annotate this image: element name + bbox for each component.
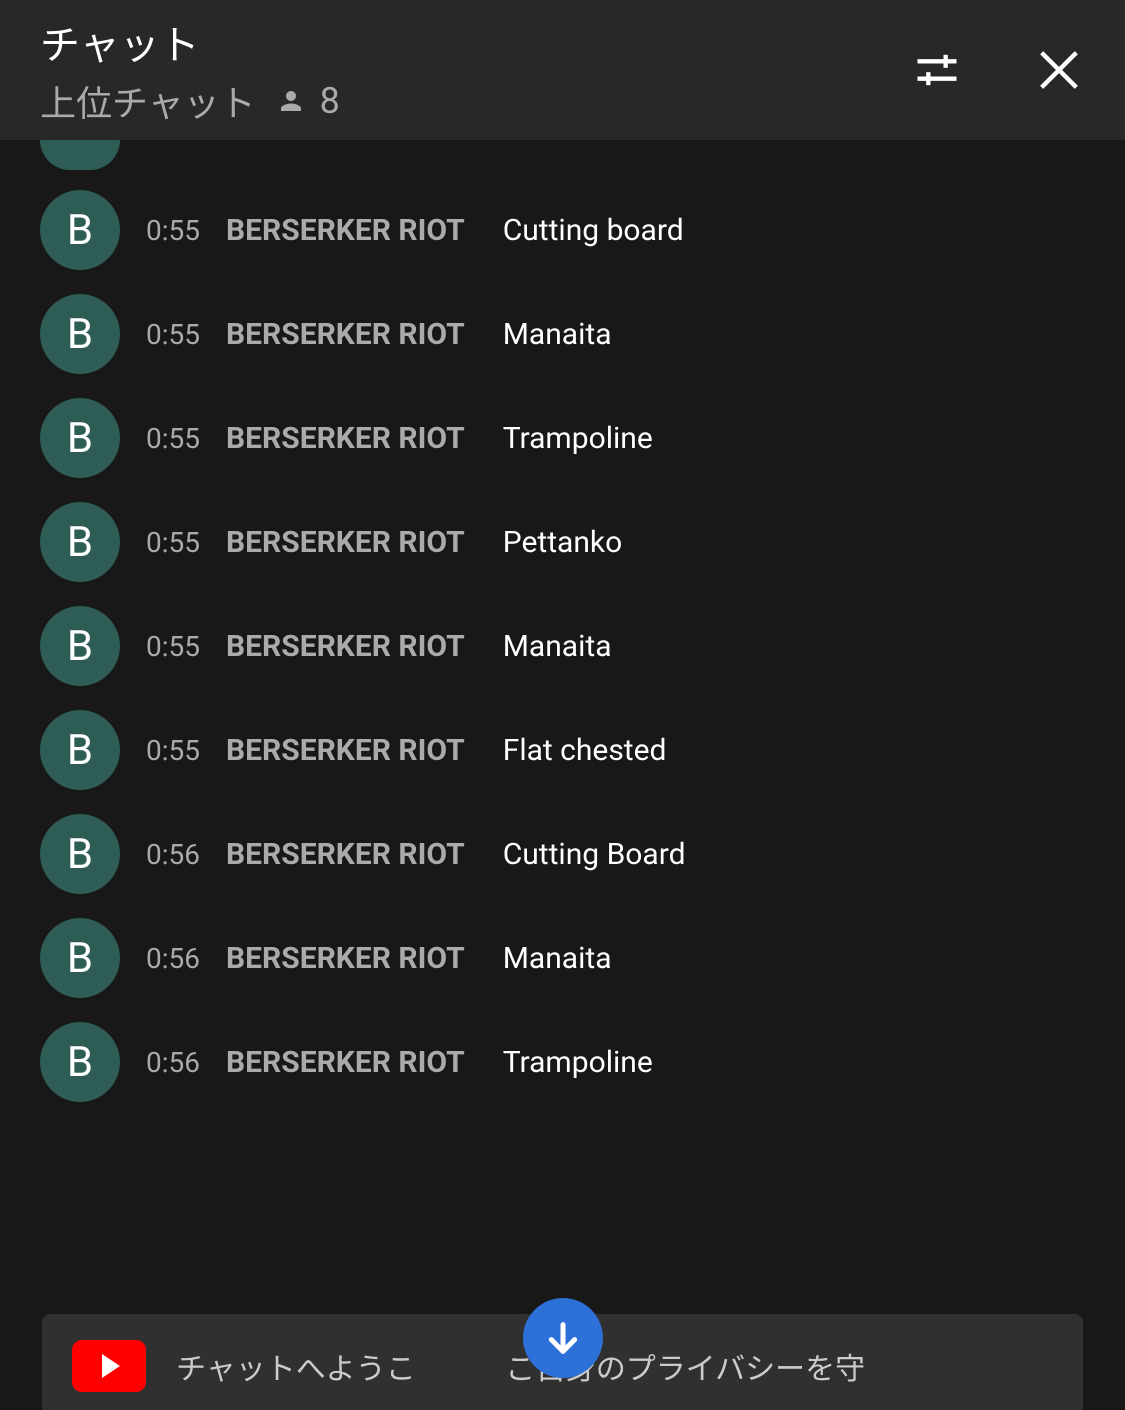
timestamp: 0:55 bbox=[146, 526, 200, 559]
scroll-down-button[interactable] bbox=[523, 1298, 603, 1378]
avatar[interactable]: B bbox=[40, 502, 120, 582]
message-text: Cutting Board bbox=[503, 837, 686, 872]
partial-avatar bbox=[40, 140, 120, 170]
chat-message-row[interactable]: B 0:55 BERSERKER RIOT Trampoline bbox=[40, 398, 1085, 478]
chat-message-row[interactable]: B 0:55 BERSERKER RIOT Pettanko bbox=[40, 502, 1085, 582]
username[interactable]: BERSERKER RIOT bbox=[226, 733, 465, 768]
timestamp: 0:56 bbox=[146, 838, 200, 871]
message-text: Trampoline bbox=[503, 1045, 653, 1080]
viewer-count: 8 bbox=[276, 80, 340, 122]
timestamp: 0:56 bbox=[146, 942, 200, 975]
timestamp: 0:55 bbox=[146, 318, 200, 351]
chat-subtitle[interactable]: 上位チャット bbox=[40, 75, 256, 127]
footer-welcome-text: チャットへようこ ご自身のプライバシーを守 bbox=[176, 1344, 865, 1388]
message-text: Manaita bbox=[503, 317, 612, 352]
username[interactable]: BERSERKER RIOT bbox=[226, 941, 465, 976]
username[interactable]: BERSERKER RIOT bbox=[226, 629, 465, 664]
subtitle-row: 上位チャット 8 bbox=[40, 75, 340, 127]
message-text: Manaita bbox=[503, 629, 612, 664]
username[interactable]: BERSERKER RIOT bbox=[226, 525, 465, 560]
play-triangle-icon bbox=[102, 1354, 120, 1378]
chat-message-row[interactable]: B 0:55 BERSERKER RIOT Cutting board bbox=[40, 190, 1085, 270]
chat-message-row[interactable]: B 0:55 BERSERKER RIOT Manaita bbox=[40, 294, 1085, 374]
chat-title: チャット bbox=[40, 13, 340, 71]
username[interactable]: BERSERKER RIOT bbox=[226, 1045, 465, 1080]
youtube-icon bbox=[72, 1340, 146, 1392]
tune-icon bbox=[911, 44, 963, 96]
header-right bbox=[911, 44, 1085, 96]
person-icon bbox=[276, 86, 306, 116]
viewer-count-number: 8 bbox=[320, 80, 340, 122]
avatar[interactable]: B bbox=[40, 398, 120, 478]
timestamp: 0:55 bbox=[146, 214, 200, 247]
chat-message-row[interactable]: B 0:55 BERSERKER RIOT Manaita bbox=[40, 606, 1085, 686]
header-left: チャット 上位チャット 8 bbox=[40, 13, 340, 127]
chat-message-row[interactable]: B 0:56 BERSERKER RIOT Trampoline bbox=[40, 1022, 1085, 1102]
timestamp: 0:55 bbox=[146, 734, 200, 767]
message-text: Trampoline bbox=[503, 421, 653, 456]
avatar[interactable]: B bbox=[40, 918, 120, 998]
username[interactable]: BERSERKER RIOT bbox=[226, 421, 465, 456]
chat-message-row[interactable]: B 0:56 BERSERKER RIOT Cutting Board bbox=[40, 814, 1085, 894]
avatar[interactable]: B bbox=[40, 814, 120, 894]
avatar[interactable]: B bbox=[40, 606, 120, 686]
avatar[interactable]: B bbox=[40, 710, 120, 790]
message-text: Cutting board bbox=[503, 213, 684, 248]
close-button[interactable] bbox=[1033, 44, 1085, 96]
message-text: Pettanko bbox=[503, 525, 622, 560]
timestamp: 0:55 bbox=[146, 630, 200, 663]
chat-message-row[interactable]: B 0:55 BERSERKER RIOT Flat chested bbox=[40, 710, 1085, 790]
username[interactable]: BERSERKER RIOT bbox=[226, 317, 465, 352]
settings-button[interactable] bbox=[911, 44, 963, 96]
chat-list[interactable]: B 0:55 BERSERKER RIOT Cutting board B 0:55 BER… bbox=[0, 140, 1125, 1126]
username[interactable]: BERSERKER RIOT bbox=[226, 837, 465, 872]
timestamp: 0:56 bbox=[146, 1046, 200, 1079]
chat-message-row[interactable]: B 0:56 BERSERKER RIOT Manaita bbox=[40, 918, 1085, 998]
arrow-down-icon bbox=[543, 1318, 583, 1358]
username[interactable]: BERSERKER RIOT bbox=[226, 213, 465, 248]
chat-header: チャット 上位チャット 8 bbox=[0, 0, 1125, 140]
message-text: Flat chested bbox=[503, 733, 667, 768]
message-text: Manaita bbox=[503, 941, 612, 976]
avatar[interactable]: B bbox=[40, 190, 120, 270]
avatar[interactable]: B bbox=[40, 294, 120, 374]
close-icon bbox=[1033, 44, 1085, 96]
avatar[interactable]: B bbox=[40, 1022, 120, 1102]
timestamp: 0:55 bbox=[146, 422, 200, 455]
